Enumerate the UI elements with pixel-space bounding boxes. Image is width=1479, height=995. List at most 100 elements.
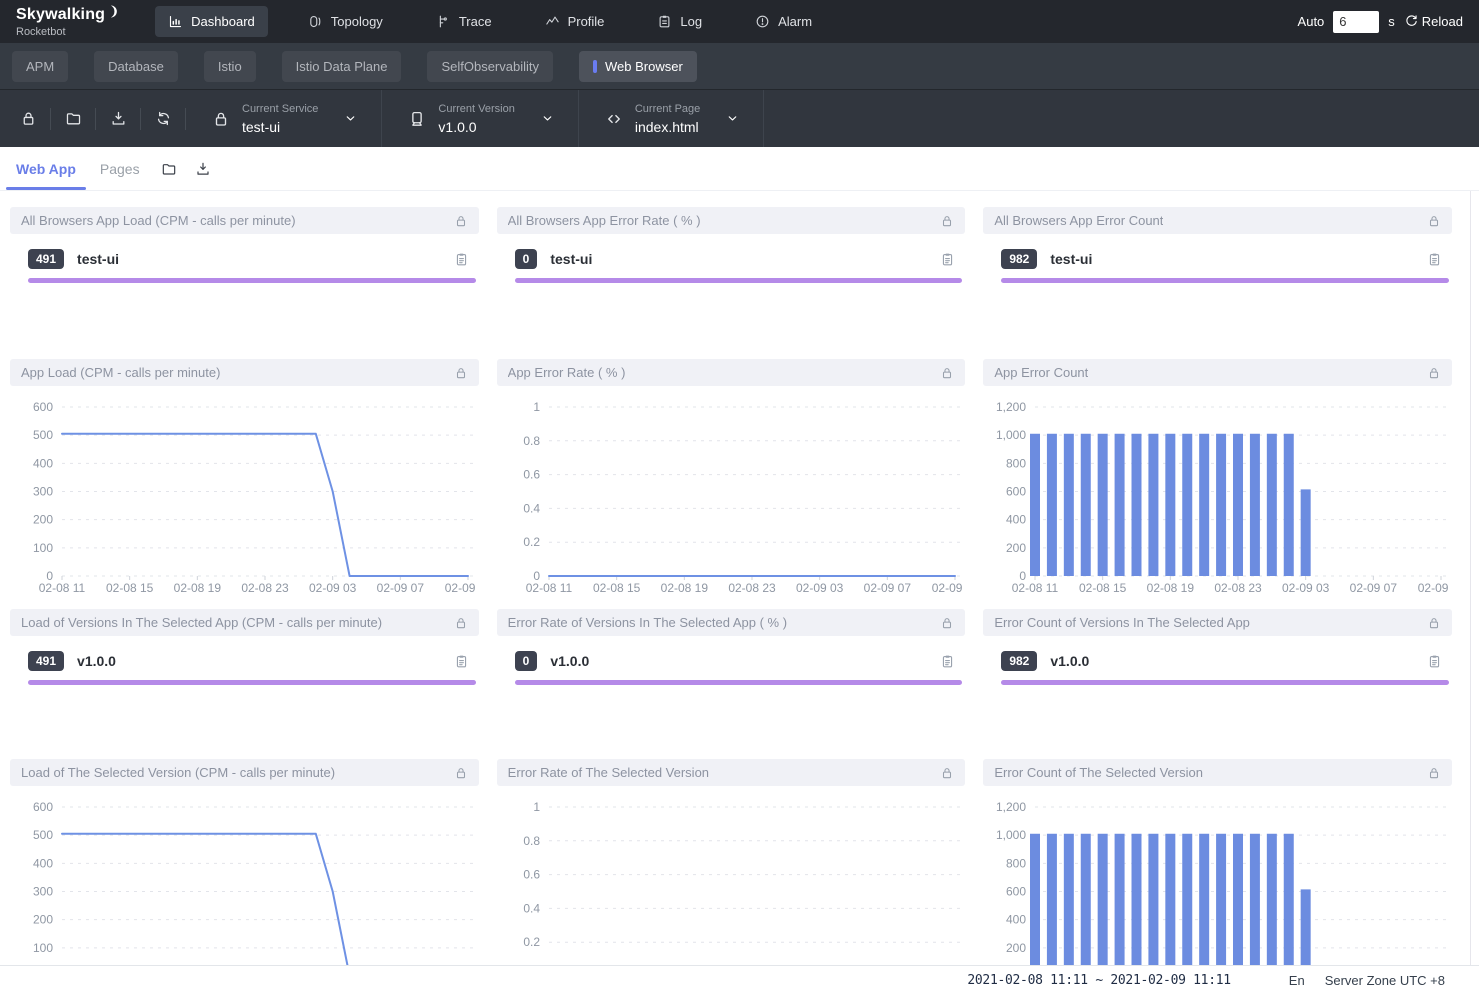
panel-title: App Error Rate ( % ) bbox=[508, 365, 626, 380]
line-chart: 00.20.40.60.8102-08 1102-08 1502-08 1902… bbox=[497, 788, 966, 995]
nav-item-label: Alarm bbox=[778, 14, 812, 29]
lock-icon[interactable] bbox=[1427, 616, 1441, 630]
svg-text:02-09 11: 02-09 11 bbox=[445, 581, 478, 595]
bar-chart: 02004006008001,0001,20002-08 1102-08 150… bbox=[983, 788, 1452, 995]
nav-item-topology[interactable]: Topology bbox=[295, 6, 396, 37]
svg-text:0.2: 0.2 bbox=[523, 935, 540, 949]
selector-value: v1.0.0 bbox=[438, 119, 514, 135]
svg-text:02-09 07: 02-09 07 bbox=[1350, 581, 1398, 595]
current-page-selector[interactable]: Current Pageindex.html bbox=[579, 90, 763, 147]
clipboard-icon[interactable] bbox=[940, 252, 955, 267]
folder-tab-button[interactable] bbox=[152, 147, 186, 190]
lock-icon[interactable] bbox=[454, 214, 468, 228]
lock-icon[interactable] bbox=[454, 616, 468, 630]
dashboard-group-istio[interactable]: Istio bbox=[204, 51, 256, 82]
svg-text:1: 1 bbox=[533, 400, 540, 414]
scrollbar-track[interactable] bbox=[1470, 191, 1471, 965]
dashboard-group-apm[interactable]: APM bbox=[12, 51, 68, 82]
svg-text:0.6: 0.6 bbox=[523, 868, 540, 882]
panel-title: Error Rate of Versions In The Selected A… bbox=[508, 615, 787, 630]
lock-icon[interactable] bbox=[454, 366, 468, 380]
active-indicator bbox=[593, 60, 597, 73]
metric-name: test-ui bbox=[550, 251, 927, 267]
svg-text:0.4: 0.4 bbox=[523, 901, 540, 915]
refresh-toolbar-button[interactable] bbox=[141, 110, 185, 127]
dashboard-group-selfobservability[interactable]: SelfObservability bbox=[427, 51, 553, 82]
svg-text:02-08 23: 02-08 23 bbox=[1215, 581, 1263, 595]
svg-text:02-08 23: 02-08 23 bbox=[728, 581, 776, 595]
time-range-display[interactable]: 2021-02-08 11:11 ~ 2021-02-09 11:11 bbox=[967, 973, 1230, 988]
svg-text:500: 500 bbox=[33, 428, 53, 442]
service-lock-icon bbox=[212, 110, 230, 128]
selector-slider[interactable] bbox=[515, 680, 963, 685]
tab-web-app[interactable]: Web App bbox=[4, 147, 88, 190]
nav-item-profile[interactable]: Profile bbox=[532, 6, 618, 37]
svg-text:02-09 03: 02-09 03 bbox=[796, 581, 844, 595]
panel-title: Load of The Selected Version (CPM - call… bbox=[21, 765, 335, 780]
reload-button[interactable]: Reload bbox=[1404, 14, 1463, 29]
svg-text:02-09 03: 02-09 03 bbox=[309, 581, 357, 595]
lock-toolbar-button[interactable] bbox=[6, 110, 50, 127]
svg-text:0.6: 0.6 bbox=[523, 468, 540, 482]
panel-header: Error Count of The Selected Version bbox=[983, 759, 1452, 786]
dashboard-group-istio-data-plane[interactable]: Istio Data Plane bbox=[282, 51, 402, 82]
clipboard-icon[interactable] bbox=[454, 252, 469, 267]
current-version-selector[interactable]: Current Version v1.0.0 bbox=[382, 90, 577, 147]
dashboard-group-web-browser[interactable]: Web Browser bbox=[579, 51, 697, 82]
nav-item-alarm[interactable]: Alarm bbox=[742, 6, 825, 37]
group-label: Web Browser bbox=[605, 59, 683, 74]
language-toggle[interactable]: En bbox=[1289, 973, 1305, 988]
nav-item-dashboard[interactable]: Dashboard bbox=[155, 6, 268, 37]
selector-slider[interactable] bbox=[1001, 278, 1449, 283]
metric-card-body: 491test-ui bbox=[10, 234, 479, 269]
selector-slider[interactable] bbox=[28, 680, 476, 685]
dashboard-group-database[interactable]: Database bbox=[94, 51, 178, 82]
folder-toolbar-button[interactable] bbox=[51, 110, 95, 127]
panel-error-rate-of-versions: Error Rate of Versions In The Selected A… bbox=[497, 609, 966, 759]
lock-icon[interactable] bbox=[940, 616, 954, 630]
svg-text:02-09 03: 02-09 03 bbox=[1282, 581, 1330, 595]
auto-interval-input[interactable] bbox=[1333, 11, 1379, 33]
panel-title: App Load (CPM - calls per minute) bbox=[21, 365, 220, 380]
clipboard-icon[interactable] bbox=[1427, 252, 1442, 267]
current-service-selector[interactable]: Current Servicetest-ui bbox=[186, 90, 381, 147]
svg-text:400: 400 bbox=[33, 456, 53, 470]
panel-header: App Error Count bbox=[983, 359, 1452, 386]
selector-slider[interactable] bbox=[28, 278, 476, 283]
value-badge: 491 bbox=[28, 249, 64, 269]
panel-all-browsers-app-load: All Browsers App Load (CPM - calls per m… bbox=[10, 207, 479, 359]
lock-icon[interactable] bbox=[1427, 214, 1441, 228]
nav-item-trace[interactable]: Trace bbox=[423, 6, 505, 37]
selector-slider[interactable] bbox=[515, 278, 963, 283]
svg-text:600: 600 bbox=[33, 800, 53, 814]
lock-icon[interactable] bbox=[454, 766, 468, 780]
panel-all-browsers-app-error-rate: All Browsers App Error Rate ( % )0test-u… bbox=[497, 207, 966, 359]
main-nav: Dashboard Topology Trace Profile Log Alarm bbox=[155, 6, 1297, 37]
view-tab-label: Web App bbox=[16, 161, 76, 177]
svg-text:600: 600 bbox=[33, 400, 53, 414]
clipboard-icon[interactable] bbox=[454, 654, 469, 669]
lock-icon[interactable] bbox=[1427, 766, 1441, 780]
selector-slider[interactable] bbox=[1001, 680, 1449, 685]
export-toolbar-button[interactable] bbox=[96, 110, 140, 127]
brand-logo[interactable]: Skywalking Rocketbot bbox=[16, 6, 119, 38]
reload-icon bbox=[1404, 14, 1419, 29]
tab-pages[interactable]: Pages bbox=[88, 147, 152, 190]
metric-card-body: 0test-ui bbox=[497, 234, 966, 269]
app-navbar: Skywalking Rocketbot Dashboard Topology Tr… bbox=[0, 0, 1479, 43]
lock-icon[interactable] bbox=[940, 766, 954, 780]
topology-icon bbox=[308, 14, 323, 29]
lock-icon[interactable] bbox=[940, 366, 954, 380]
selector-label: Current Version bbox=[438, 103, 514, 115]
svg-text:1,200: 1,200 bbox=[996, 800, 1026, 814]
crescent-moon-icon bbox=[106, 5, 119, 18]
nav-item-log[interactable]: Log bbox=[644, 6, 715, 37]
lock-icon[interactable] bbox=[940, 214, 954, 228]
value-badge: 982 bbox=[1001, 249, 1037, 269]
group-label: Database bbox=[108, 59, 164, 74]
clipboard-icon[interactable] bbox=[1427, 654, 1442, 669]
lock-icon[interactable] bbox=[1427, 366, 1441, 380]
panel-app-load: App Load (CPM - calls per minute)0100200… bbox=[10, 359, 479, 609]
export-tab-button[interactable] bbox=[186, 147, 220, 190]
clipboard-icon[interactable] bbox=[940, 654, 955, 669]
